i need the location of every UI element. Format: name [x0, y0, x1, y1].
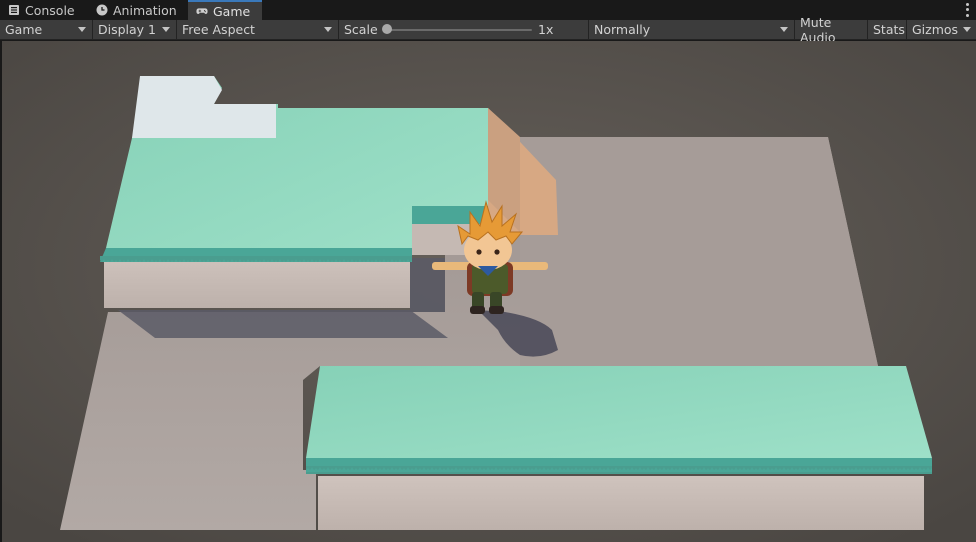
lower-platform-wall: [318, 476, 924, 530]
character-left-boot: [470, 306, 485, 314]
character-right-arm: [508, 262, 548, 270]
display-dropdown[interactable]: Display 1: [93, 20, 177, 39]
upper-platform-fringe: [100, 255, 412, 263]
mute-audio-label: Mute Audio: [800, 14, 836, 45]
display-label: Display 1: [98, 22, 157, 37]
tab-console[interactable]: Console: [0, 0, 88, 20]
stats-label: Stats: [873, 22, 905, 37]
chevron-down-icon: [324, 27, 332, 32]
animation-clock-icon: [96, 4, 108, 16]
tab-animation-label: Animation: [113, 2, 177, 18]
character-left-arm: [432, 262, 472, 270]
chevron-down-icon: [780, 27, 788, 32]
stats-toggle[interactable]: Stats: [868, 20, 907, 39]
scale-slider-track[interactable]: [388, 29, 532, 31]
view-mode-dropdown[interactable]: Game: [0, 20, 93, 39]
gamepad-icon: [196, 5, 208, 17]
console-icon: [8, 4, 20, 16]
wall-shadow: [118, 310, 448, 338]
play-focus-label: Normally: [594, 22, 651, 37]
character-left-eye: [476, 249, 482, 255]
game-viewport[interactable]: [2, 41, 976, 542]
character-right-boot: [489, 306, 504, 314]
mute-audio-toggle[interactable]: Mute Audio: [795, 15, 868, 45]
view-mode-label: Game: [5, 22, 43, 37]
gizmos-label: Gizmos: [912, 22, 959, 37]
scale-slider-handle[interactable]: [382, 24, 392, 34]
more-options-icon[interactable]: [964, 2, 970, 18]
tab-console-label: Console: [25, 2, 75, 18]
aspect-label: Free Aspect: [182, 22, 255, 37]
scale-label: Scale: [344, 22, 378, 37]
game-view-toolbar: Game Display 1 Free Aspect Scale 1x Norm…: [0, 15, 976, 45]
chevron-down-icon: [963, 27, 971, 32]
tab-animation[interactable]: Animation: [88, 0, 188, 20]
gizmos-toggle[interactable]: Gizmos: [907, 20, 958, 39]
lower-platform-top: [306, 366, 932, 458]
tab-game[interactable]: Game: [188, 0, 262, 20]
game-scene: [2, 41, 976, 542]
character-right-eye: [494, 249, 500, 255]
play-focus-dropdown[interactable]: Normally: [589, 20, 795, 39]
chevron-down-icon: [78, 27, 86, 32]
gizmos-dropdown[interactable]: [958, 20, 976, 39]
aspect-dropdown[interactable]: Free Aspect: [177, 20, 339, 39]
tab-game-label: Game: [213, 3, 251, 19]
ground-plane-far: [520, 137, 878, 366]
scale-value: 1x: [538, 22, 554, 37]
chevron-down-icon: [162, 27, 170, 32]
lower-platform-fringe: [306, 466, 932, 474]
